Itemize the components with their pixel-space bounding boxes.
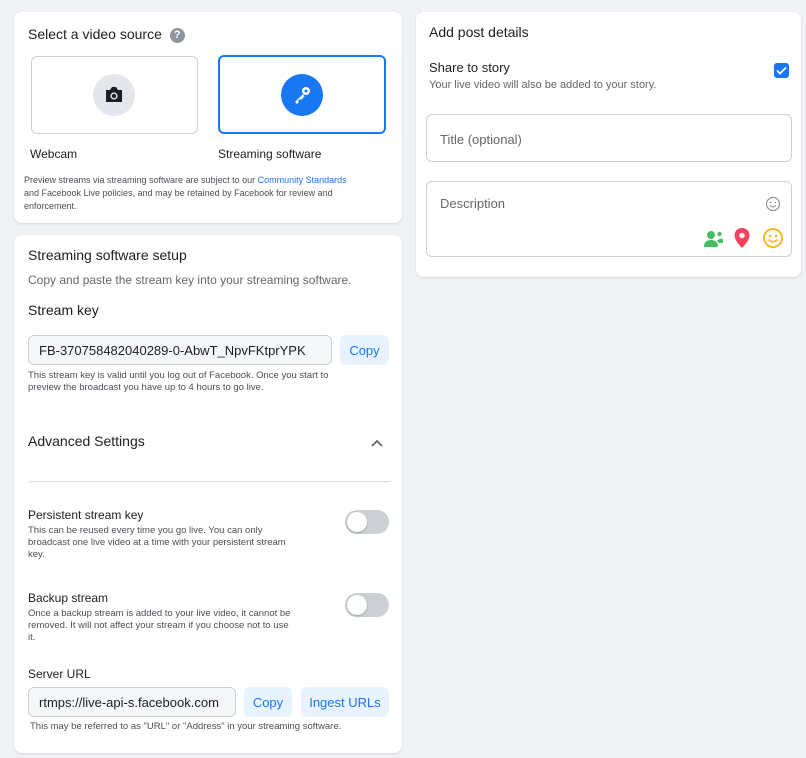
notice-prefix: Preview streams via streaming software a… — [24, 175, 258, 185]
backup-desc-line2: removed. It will not affect your stream … — [28, 620, 289, 631]
video-source-card: Select a video source ? Webcam Streaming… — [14, 12, 402, 223]
video-source-title: Select a video source ? — [28, 26, 185, 43]
streaming-policy-notice: Preview streams via streaming software a… — [24, 174, 396, 213]
backup-stream-title: Backup stream — [28, 591, 109, 605]
help-icon[interactable]: ? — [169, 27, 185, 43]
persistent-key-desc: This can be reused every time you go liv… — [28, 525, 348, 561]
persistent-key-title: Persistent stream key — [28, 508, 144, 522]
share-to-story-title: Share to story — [429, 60, 510, 75]
location-pin-icon[interactable] — [734, 228, 750, 253]
description-input[interactable]: Description — [426, 181, 792, 257]
feeling-emoji-icon[interactable] — [763, 228, 783, 253]
share-to-story-checkbox[interactable] — [774, 63, 789, 78]
streaming-software-option[interactable] — [218, 55, 386, 134]
setup-title: Streaming software setup — [28, 247, 187, 263]
camera-icon — [93, 74, 135, 116]
tag-people-icon[interactable] — [704, 230, 724, 253]
chevron-up-icon[interactable] — [370, 435, 386, 447]
stream-key-note: This stream key is valid until you log o… — [28, 370, 392, 394]
stream-key-field[interactable]: FB-370758482040289-0-AbwT_NpvFKtprYPK — [28, 335, 332, 365]
stream-key-label: Stream key — [28, 302, 99, 318]
stream-key-note-line2: preview the broadcast you have up to 4 h… — [28, 382, 264, 393]
backup-desc-line3: it. — [28, 632, 36, 643]
persistent-desc-line1: This can be reused every time you go liv… — [28, 525, 263, 536]
notice-line1: and Facebook Live policies, and may be r… — [24, 188, 333, 198]
checkmark-icon — [776, 66, 787, 75]
title-placeholder: Title (optional) — [440, 132, 522, 147]
persistent-key-toggle[interactable] — [345, 510, 389, 534]
server-url-label: Server URL — [28, 667, 91, 681]
post-details-card: Add post details Share to story Your liv… — [416, 12, 801, 277]
ingest-urls-button[interactable]: Ingest URLs — [301, 687, 389, 717]
stream-key-note-line1: This stream key is valid until you log o… — [28, 370, 329, 381]
server-url-copy-button[interactable]: Copy — [244, 687, 292, 717]
advanced-settings-title: Advanced Settings — [28, 433, 145, 449]
video-source-title-text: Select a video source — [28, 26, 162, 42]
server-url-note: This may be referred to as "URL" or "Add… — [30, 721, 342, 732]
advanced-divider — [28, 481, 390, 482]
server-url-field[interactable]: rtmps://live-api-s.facebook.com — [28, 687, 236, 717]
persistent-desc-line2: broadcast one live video at a time with … — [28, 537, 286, 548]
setup-instructions: Copy and paste the stream key into your … — [28, 273, 352, 287]
webcam-label: Webcam — [30, 147, 78, 161]
stream-key-copy-button[interactable]: Copy — [340, 335, 389, 365]
backup-stream-desc: Once a backup stream is added to your li… — [28, 608, 348, 644]
backup-desc-line1: Once a backup stream is added to your li… — [28, 608, 291, 619]
emoji-outline-icon[interactable] — [765, 196, 781, 217]
key-icon — [281, 74, 323, 116]
community-standards-link[interactable]: Community Standards — [258, 175, 347, 185]
streaming-setup-card: Streaming software setup Copy and paste … — [14, 235, 402, 753]
toggle-knob — [347, 512, 367, 532]
streaming-software-label: Streaming software — [218, 147, 322, 161]
title-input[interactable]: Title (optional) — [426, 114, 792, 162]
post-details-title: Add post details — [429, 24, 529, 40]
backup-stream-toggle[interactable] — [345, 593, 389, 617]
share-to-story-desc: Your live video will also be added to yo… — [429, 79, 657, 91]
toggle-knob — [347, 595, 367, 615]
notice-line2: enforcement. — [24, 201, 77, 211]
persistent-desc-line3: key. — [28, 549, 45, 560]
description-placeholder: Description — [440, 196, 506, 211]
webcam-option[interactable] — [31, 56, 198, 134]
